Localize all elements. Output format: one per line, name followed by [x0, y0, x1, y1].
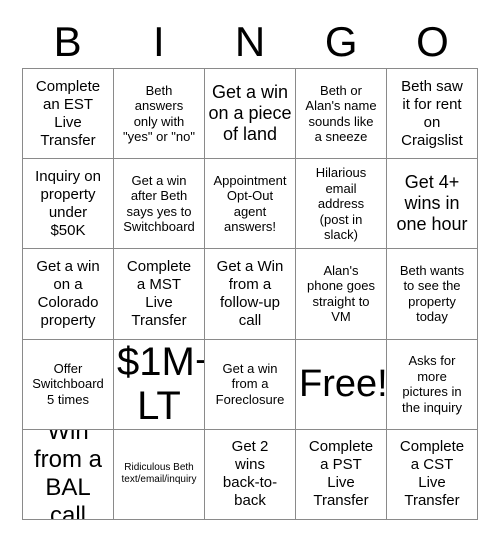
bingo-cell-r3c1[interactable]: Get a win on a Colorado property: [23, 249, 114, 340]
bingo-cell-r1c3[interactable]: Get a win on a piece of land: [205, 69, 296, 160]
bingo-cell-r3c2[interactable]: Complete a MST Live Transfer: [114, 249, 205, 340]
bingo-cell-label: Beth saw it for rent on Craigslist: [401, 77, 463, 149]
bingo-cell-label: Hilarious email address (post in slack): [315, 165, 367, 243]
bingo-cell-r3c5[interactable]: Beth wants to see the property today: [387, 249, 478, 340]
bingo-cell-r2c5[interactable]: Get 4+ wins in one hour: [387, 159, 478, 250]
bingo-card: B I N G O Complete an EST Live Transfer …: [0, 0, 500, 544]
bingo-cell-label: Get 2 wins back-to- back: [222, 438, 278, 510]
bingo-cell-label: Get a win from a Foreclosure: [215, 360, 285, 407]
bingo-cell-label: Beth wants to see the property today: [399, 262, 465, 325]
bingo-cell-label: Get a win on a Colorado property: [36, 257, 100, 329]
bingo-cell-label: Get a Win from a follow-up call: [216, 257, 284, 329]
bingo-cell-r2c2[interactable]: Get a win after Beth says yes to Switchb…: [114, 159, 205, 250]
bingo-header-letter-b: B: [53, 18, 82, 65]
bingo-cell-label: Beth answers only with "yes" or "no": [123, 82, 195, 145]
bingo-cell-r3c4[interactable]: Alan's phone goes straight to VM: [296, 249, 387, 340]
bingo-cell-r4c2[interactable]: $1M+ LT: [114, 339, 205, 430]
bingo-cell-r1c2[interactable]: Beth answers only with "yes" or "no": [114, 69, 205, 160]
bingo-cell-r4c3[interactable]: Get a win from a Foreclosure: [205, 339, 296, 430]
bingo-cell-label: Get a win on a piece of land: [208, 82, 292, 145]
bingo-cell-label: $1M+ LT: [117, 340, 204, 429]
bingo-cell-label: Beth or Alan's name sounds like a sneeze: [305, 82, 377, 145]
bingo-cell-label: Inquiry on property under $50K: [35, 167, 101, 239]
bingo-cell-label: Appointment Opt-Out agent answers!: [213, 172, 287, 235]
bingo-cell-r2c3[interactable]: Appointment Opt-Out agent answers!: [205, 159, 296, 250]
bingo-cell-label: Offer Switchboard 5 times: [32, 360, 104, 407]
bingo-cell-label: Win from a BAL call: [33, 429, 102, 520]
bingo-cell-r5c5[interactable]: Complete a CST Live Transfer: [387, 429, 478, 520]
bingo-cell-r4c5[interactable]: Asks for more pictures in the inquiry: [387, 339, 478, 430]
bingo-cell-r2c4[interactable]: Hilarious email address (post in slack): [296, 159, 387, 250]
bingo-cell-label: Get 4+ wins in one hour: [396, 172, 468, 235]
bingo-cell-r2c1[interactable]: Inquiry on property under $50K: [23, 159, 114, 250]
bingo-cell-label: Free!: [299, 363, 387, 406]
bingo-cell-label: Ridiculous Beth text/email/inquiry: [121, 462, 197, 486]
bingo-cell-r1c1[interactable]: Complete an EST Live Transfer: [23, 69, 114, 160]
bingo-cell-r4c1[interactable]: Offer Switchboard 5 times: [23, 339, 114, 430]
bingo-header-letter-g: G: [324, 18, 358, 65]
bingo-cell-label: Get a win after Beth says yes to Switchb…: [123, 172, 195, 235]
bingo-cell-label: Complete a MST Live Transfer: [126, 257, 192, 329]
bingo-header-letter-i: I: [152, 18, 165, 65]
bingo-header-letter-n: N: [234, 18, 266, 65]
bingo-cell-r1c4[interactable]: Beth or Alan's name sounds like a sneeze: [296, 69, 387, 160]
bingo-cell-r1c5[interactable]: Beth saw it for rent on Craigslist: [387, 69, 478, 160]
bingo-header-letter-o: O: [416, 18, 449, 65]
bingo-cell-label: Complete a CST Live Transfer: [399, 438, 465, 510]
bingo-cell-r5c4[interactable]: Complete a PST Live Transfer: [296, 429, 387, 520]
bingo-cell-label: Complete a PST Live Transfer: [308, 438, 374, 510]
bingo-cell-r5c2[interactable]: Ridiculous Beth text/email/inquiry: [114, 429, 205, 520]
bingo-cell-r5c1[interactable]: Win from a BAL call: [23, 429, 114, 520]
bingo-header-row: B I N G O: [22, 14, 478, 64]
bingo-cell-label: Complete an EST Live Transfer: [35, 77, 101, 149]
bingo-cell-r5c3[interactable]: Get 2 wins back-to- back: [205, 429, 296, 520]
bingo-cell-free-space[interactable]: Free!: [296, 339, 387, 430]
bingo-cell-r3c3[interactable]: Get a Win from a follow-up call: [205, 249, 296, 340]
bingo-cell-label: Alan's phone goes straight to VM: [307, 262, 375, 325]
bingo-cell-label: Asks for more pictures in the inquiry: [402, 353, 462, 415]
bingo-grid: Complete an EST Live Transfer Beth answe…: [22, 68, 478, 520]
